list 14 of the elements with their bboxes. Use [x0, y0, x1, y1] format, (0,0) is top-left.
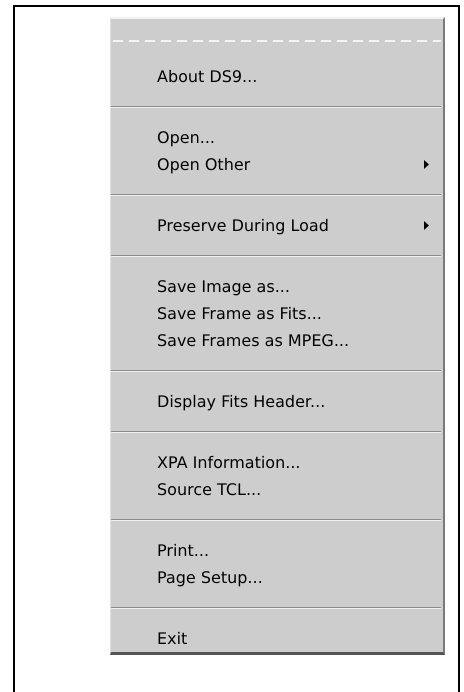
tear-off-line[interactable]	[111, 39, 441, 43]
menu-item[interactable]: XPA Information...	[111, 449, 443, 476]
menu-item[interactable]: Preserve During Load	[111, 212, 443, 239]
menu-item[interactable]: Save Image as...	[111, 273, 443, 300]
menu-item[interactable]: About DS9...	[111, 63, 443, 90]
menu-item[interactable]: Page Setup...	[111, 564, 443, 591]
menu-item[interactable]: Save Frame as Fits...	[111, 300, 443, 327]
menu-item[interactable]: Open...	[111, 124, 443, 151]
menu-item[interactable]: Print...	[111, 537, 443, 564]
menu-item[interactable]: Save Frames as MPEG...	[111, 327, 443, 354]
menu-item[interactable]: Open Other	[111, 151, 443, 178]
menu-item[interactable]: Exit	[111, 625, 443, 652]
menu-item[interactable]: Source TCL...	[111, 476, 443, 503]
menu-item[interactable]: Display Fits Header...	[111, 388, 443, 415]
